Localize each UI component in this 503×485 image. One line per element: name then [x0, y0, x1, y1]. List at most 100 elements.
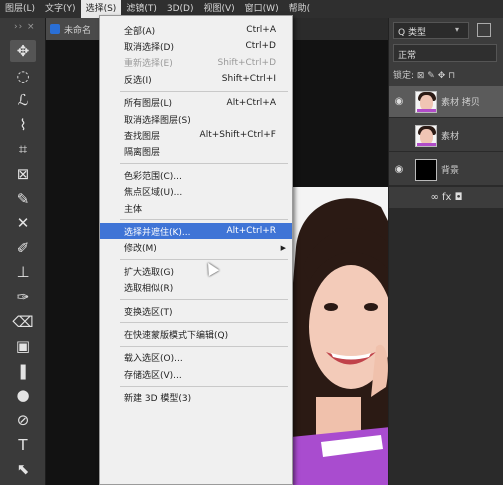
- menu-item[interactable]: 存储选区(V)...: [100, 366, 292, 382]
- chevron-down-icon: ▾: [455, 25, 460, 34]
- menu-separator: [120, 163, 288, 165]
- menu-item[interactable]: 选取相似(R): [100, 280, 292, 296]
- menu-item-label: 扩大选取(G): [124, 267, 174, 278]
- menu-separator: [120, 345, 288, 347]
- menu-separator: [120, 90, 288, 92]
- dodge-tool-icon[interactable]: ●: [10, 384, 36, 406]
- image-filter-icon[interactable]: [477, 23, 491, 37]
- layer-row[interactable]: ◉ 背景: [389, 154, 503, 186]
- layer-name: 素材 拷贝: [441, 98, 480, 108]
- blend-mode-dropdown[interactable]: 正常: [393, 44, 497, 62]
- crop-tool-icon[interactable]: ⌗: [10, 138, 36, 160]
- menu-item[interactable]: 变换选区(T): [100, 303, 292, 319]
- menu-item-label: 焦点区域(U)...: [124, 188, 183, 199]
- path-selection-tool-icon[interactable]: ⬉: [10, 458, 36, 480]
- menubar-item[interactable]: 文字(Y): [40, 0, 81, 18]
- menu-separator: [120, 299, 288, 300]
- eye-icon[interactable]: ◉: [389, 164, 409, 175]
- menu-item-shortcut: Alt+Ctrl+R: [226, 226, 276, 237]
- lasso-tool-icon[interactable]: ℒ: [10, 89, 36, 111]
- layer-thumbnail: [415, 124, 437, 147]
- layer-thumbnail: [415, 90, 437, 113]
- menu-item-label: 反选(I): [124, 75, 152, 86]
- menu-item-label: 主体: [124, 204, 143, 215]
- gradient-tool-icon[interactable]: ▣: [10, 335, 36, 357]
- marquee-tool-icon[interactable]: ◌: [10, 65, 36, 87]
- menu-item-shortcut: Shift+Ctrl+D: [217, 57, 276, 68]
- photoshop-document-icon: [50, 24, 60, 34]
- menu-item[interactable]: 所有图层(L) Alt+Ctrl+A: [100, 95, 292, 111]
- quick-selection-tool-icon[interactable]: ⌇: [10, 114, 36, 136]
- blur-tool-icon[interactable]: ❚: [10, 360, 36, 382]
- layer-name: 背景: [441, 166, 460, 176]
- menu-item[interactable]: 隔离图层: [100, 144, 292, 160]
- eyedropper-tool-icon[interactable]: ✎: [10, 188, 36, 210]
- brush-tool-icon[interactable]: ✐: [10, 237, 36, 259]
- menu-item-shortcut: Ctrl+A: [246, 25, 276, 35]
- move-tool-icon[interactable]: ✥: [10, 40, 36, 62]
- menu-item-label: 查找图层: [124, 131, 161, 142]
- menu-item[interactable]: 选择并遮住(K)... Alt+Ctrl+R: [100, 223, 292, 240]
- menu-item-label: 取消选择(D): [124, 42, 174, 53]
- menu-item-label: 新建 3D 模型(3): [124, 394, 192, 405]
- menu-item[interactable]: 载入选区(O)...: [100, 350, 292, 366]
- eye-icon[interactable]: ◉: [389, 96, 409, 107]
- menu-item-label: 隔离图层: [124, 148, 161, 159]
- layer-name: 素材: [441, 132, 460, 142]
- menu-item[interactable]: 焦点区域(U)...: [100, 184, 292, 200]
- menu-item[interactable]: 取消选择(D) Ctrl+D: [100, 38, 292, 54]
- document-tab[interactable]: 未命名: [46, 18, 106, 40]
- menu-item-shortcut: Alt+Ctrl+A: [226, 97, 276, 108]
- menu-item[interactable]: 新建 3D 模型(3): [100, 390, 292, 406]
- menu-item[interactable]: 扩大选取(G): [100, 263, 292, 279]
- layers-panel: Q 类型 ▾ 正常 锁定: ⊠ ✎ ✥ ⊓ ◉ 素材 拷贝 素材 ◉ 背景 ∞ fx ◘: [388, 18, 503, 485]
- type-tool-icon[interactable]: T: [10, 434, 36, 456]
- menu-item[interactable]: 查找图层 Alt+Shift+Ctrl+F: [100, 127, 292, 143]
- menu-item-shortcut: Ctrl+D: [245, 41, 277, 52]
- tools-panel-header[interactable]: ›› ×: [0, 18, 45, 38]
- select-menu-dropdown: 全部(A) Ctrl+A 取消选择(D) Ctrl+D 重新选择(E) Shift+Ctr…: [99, 15, 293, 485]
- menu-item[interactable]: 反选(I) Shift+Ctrl+I: [100, 71, 292, 87]
- clone-stamp-tool-icon[interactable]: ⊥: [10, 261, 36, 283]
- menu-item-label: 存储选区(V)...: [124, 370, 182, 381]
- menu-item-shortcut: Shift+Ctrl+I: [221, 74, 276, 85]
- layer-thumbnail: [415, 158, 437, 181]
- eraser-tool-icon[interactable]: ⌫: [10, 311, 36, 333]
- tools-panel: ›› × ✥ ◌ ℒ ⌇ ⌗ ⊠ ✎ ✕ ✐ ⊥ ✑ ⌫ ▣ ❚ ● ⊘ T ⬉: [0, 18, 46, 485]
- menu-separator: [120, 322, 288, 324]
- frame-tool-icon[interactable]: ⊠: [10, 163, 36, 185]
- menu-separator: [120, 385, 288, 387]
- menu-item-label: 修改(M): [124, 244, 157, 255]
- submenu-arrow-icon: ▶: [280, 243, 286, 252]
- menu-item[interactable]: 在快速蒙版模式下编辑(Q): [100, 326, 292, 342]
- layer-row[interactable]: 素材: [389, 120, 503, 152]
- menu-item-label: 全部(A): [124, 26, 156, 37]
- panel-lower-area: [389, 208, 503, 485]
- menu-item-label: 变换选区(T): [124, 307, 173, 318]
- healing-brush-tool-icon[interactable]: ✕: [10, 212, 36, 234]
- menu-item-label: 选择并遮住(K)...: [124, 227, 191, 238]
- menu-item-label: 色彩范围(C)...: [124, 171, 182, 182]
- menu-item[interactable]: 全部(A) Ctrl+A: [100, 22, 292, 38]
- menu-item-shortcut: Alt+Shift+Ctrl+F: [199, 130, 276, 141]
- layers-panel-footer[interactable]: ∞ fx ◘: [389, 186, 503, 208]
- lock-options[interactable]: 锁定: ⊠ ✎ ✥ ⊓: [393, 68, 503, 81]
- document-tab-label: 未命名: [64, 25, 92, 36]
- menu-separator: [120, 219, 288, 221]
- layer-row[interactable]: ◉ 素材 拷贝: [389, 86, 503, 118]
- menu-item[interactable]: 主体: [100, 200, 292, 216]
- menu-item-label: 在快速蒙版模式下编辑(Q): [124, 330, 229, 341]
- menu-item[interactable]: 重新选择(E) Shift+Ctrl+D: [100, 55, 292, 71]
- menu-item[interactable]: 修改(M) ▶: [100, 240, 292, 256]
- menu-item-label: 所有图层(L): [124, 99, 173, 110]
- menu-item[interactable]: 色彩范围(C)...: [100, 167, 292, 183]
- menubar-item[interactable]: 图层(L): [0, 0, 40, 18]
- history-brush-tool-icon[interactable]: ✑: [10, 286, 36, 308]
- menu-item[interactable]: 取消选择图层(S): [100, 111, 292, 127]
- menu-item-label: 取消选择图层(S): [124, 115, 191, 126]
- menu-separator: [120, 259, 288, 261]
- portrait-photo: [291, 187, 388, 485]
- pen-tool-icon[interactable]: ⊘: [10, 409, 36, 431]
- menu-item-label: 重新选择(E): [124, 59, 173, 70]
- menu-item-label: 载入选区(O)...: [124, 354, 183, 365]
